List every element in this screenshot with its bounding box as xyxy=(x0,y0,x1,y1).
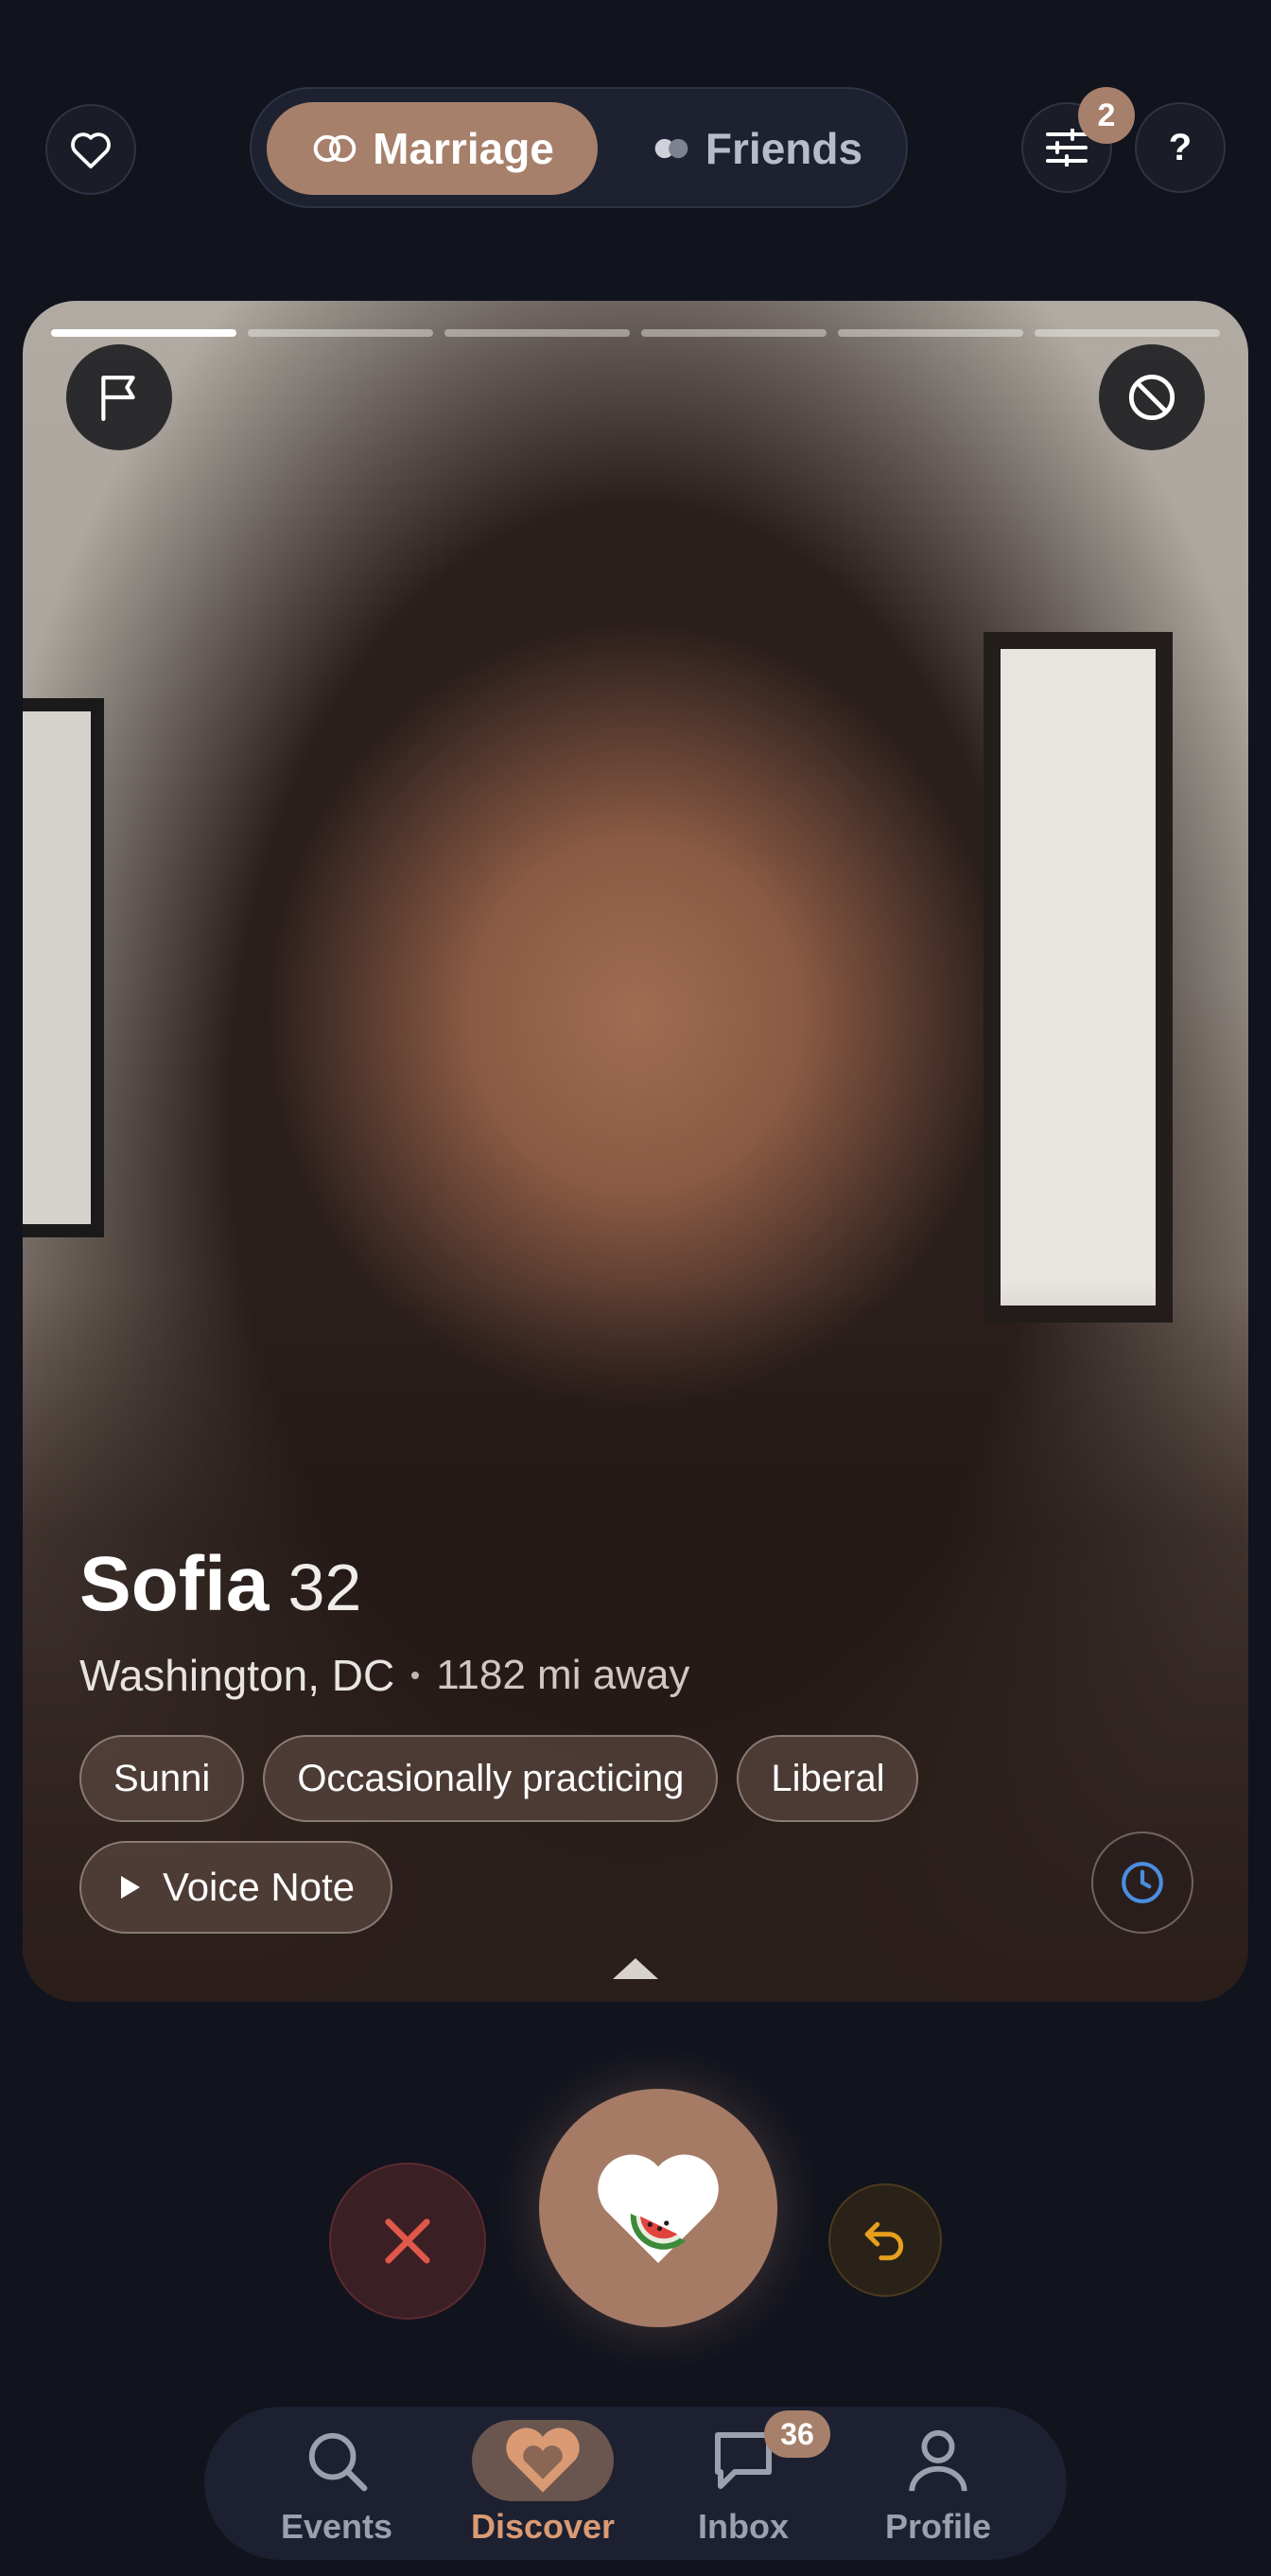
app-screen: Marriage Friends 2 ? Sofia 32 Washington… xyxy=(0,0,1271,2576)
help-button[interactable]: ? xyxy=(1135,102,1226,193)
nav-item-events[interactable]: Events xyxy=(242,2420,431,2552)
bottom-navigation: Events Discover 36 Inbox Profile xyxy=(204,2407,1067,2560)
nav-item-discover[interactable]: Discover xyxy=(448,2420,637,2552)
tab-friends-label: Friends xyxy=(705,124,863,173)
like-button[interactable] xyxy=(539,2089,777,2327)
nav-item-inbox[interactable]: 36 Inbox xyxy=(649,2410,838,2552)
profile-location-row: Washington, DC 1182 mi away xyxy=(79,1650,689,1701)
person-icon xyxy=(909,2429,967,2492)
sliders-icon xyxy=(1046,129,1088,166)
tab-marriage-label: Marriage xyxy=(373,124,554,173)
nav-item-profile[interactable]: Profile xyxy=(844,2420,1033,2552)
heart-watermelon-icon xyxy=(598,2154,719,2264)
search-icon xyxy=(308,2432,368,2492)
filter-count-badge: 2 xyxy=(1078,87,1135,144)
voice-note-button[interactable]: Voice Note xyxy=(79,1841,393,1934)
profile-name: Sofia xyxy=(79,1541,270,1627)
profile-tags: Sunni Occasionally practicing Liberal xyxy=(79,1735,919,1822)
tab-friends[interactable]: Friends xyxy=(615,102,898,195)
help-label: ? xyxy=(1168,126,1193,168)
photo-progress-segment[interactable] xyxy=(444,329,630,337)
photo-progress-segment[interactable] xyxy=(51,329,236,337)
heart-icon xyxy=(506,2427,580,2493)
tag-chip: Occasionally practicing xyxy=(263,1735,719,1822)
profile-location: Washington, DC xyxy=(79,1651,395,1700)
expand-caret-icon[interactable] xyxy=(611,1954,660,1981)
nav-label-profile: Profile xyxy=(884,2507,992,2546)
heart-outline-icon xyxy=(71,132,111,169)
play-icon xyxy=(121,1876,140,1899)
history-button[interactable] xyxy=(1091,1831,1193,1934)
clock-icon xyxy=(1122,1862,1163,1903)
report-button[interactable] xyxy=(66,344,172,450)
close-icon xyxy=(385,2218,430,2264)
rings-icon xyxy=(313,134,357,163)
undo-button[interactable] xyxy=(828,2183,942,2297)
inbox-unread-badge: 36 xyxy=(764,2410,830,2458)
photo-progress-segment[interactable] xyxy=(248,329,433,337)
block-button[interactable] xyxy=(1099,344,1205,450)
flag-icon xyxy=(101,376,135,421)
nav-label-events: Events xyxy=(280,2507,393,2546)
friends-dots-icon xyxy=(654,138,688,159)
profile-name-row: Sofia 32 xyxy=(79,1540,361,1629)
nav-label-inbox: Inbox xyxy=(698,2507,789,2546)
mode-switch: Marriage Friends xyxy=(250,87,908,208)
photo-progress-segment[interactable] xyxy=(1035,329,1220,337)
profile-distance: 1182 mi away xyxy=(436,1652,690,1698)
profile-age: 32 xyxy=(287,1551,362,1624)
profile-photo-background-door xyxy=(984,632,1173,1323)
photo-progress-segment[interactable] xyxy=(838,329,1023,337)
profile-photo-background-frame xyxy=(23,698,104,1237)
discover-active-pill xyxy=(472,2420,614,2501)
tag-chip: Sunni xyxy=(79,1735,245,1822)
block-icon xyxy=(1128,374,1175,421)
favorites-button[interactable] xyxy=(45,104,136,195)
voice-note-label: Voice Note xyxy=(163,1865,356,1909)
nav-label-discover: Discover xyxy=(470,2507,616,2546)
pass-button[interactable] xyxy=(329,2163,486,2320)
tag-chip: Liberal xyxy=(737,1735,919,1822)
undo-icon xyxy=(864,2221,904,2261)
separator-dot xyxy=(411,1672,420,1679)
profile-card[interactable]: Sofia 32 Washington, DC 1182 mi away Sun… xyxy=(23,301,1248,2002)
tab-marriage[interactable]: Marriage xyxy=(267,102,598,195)
photo-progress-segment[interactable] xyxy=(641,329,827,337)
photo-progress-indicator xyxy=(51,329,1220,337)
